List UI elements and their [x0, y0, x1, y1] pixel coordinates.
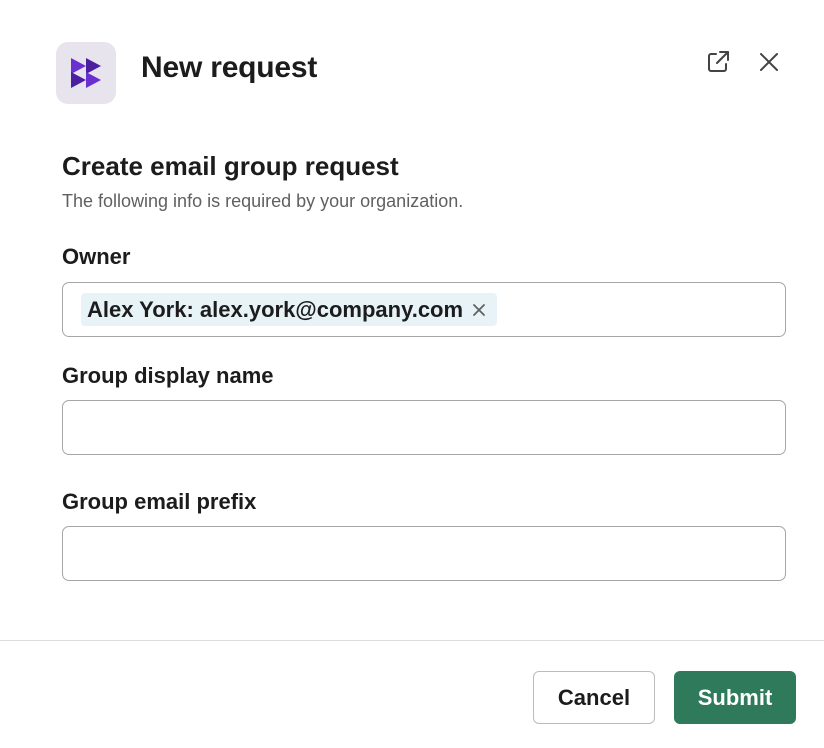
- group-display-name-label: Group display name: [62, 363, 274, 388]
- remove-owner-button[interactable]: [471, 302, 487, 318]
- new-request-modal: New request Create email group request T…: [0, 0, 824, 748]
- group-email-prefix-input[interactable]: [62, 526, 786, 581]
- section-subtitle: The following info is required by your o…: [62, 191, 464, 211]
- group-display-name-input[interactable]: [62, 400, 786, 455]
- owner-chip: Alex York: alex.york@company.com: [81, 293, 498, 326]
- app-logo: [56, 42, 116, 104]
- owner-label: Owner: [62, 244, 131, 269]
- owner-chip-label: Alex York: alex.york@company.com: [87, 297, 464, 322]
- modal-title: New request: [141, 51, 318, 84]
- external-link-icon: [708, 51, 729, 72]
- cancel-button[interactable]: Cancel: [533, 671, 655, 724]
- open-in-new-window-button[interactable]: [704, 48, 732, 76]
- close-icon: [760, 53, 778, 71]
- double-chevron-right-icon: [71, 58, 101, 88]
- section-title: Create email group request: [62, 151, 399, 181]
- close-button[interactable]: [755, 48, 783, 76]
- submit-button[interactable]: Submit: [674, 671, 796, 724]
- footer-divider: [0, 640, 824, 641]
- group-email-prefix-label: Group email prefix: [62, 489, 257, 514]
- remove-icon: [473, 303, 485, 316]
- owner-field[interactable]: Alex York: alex.york@company.com: [62, 282, 786, 337]
